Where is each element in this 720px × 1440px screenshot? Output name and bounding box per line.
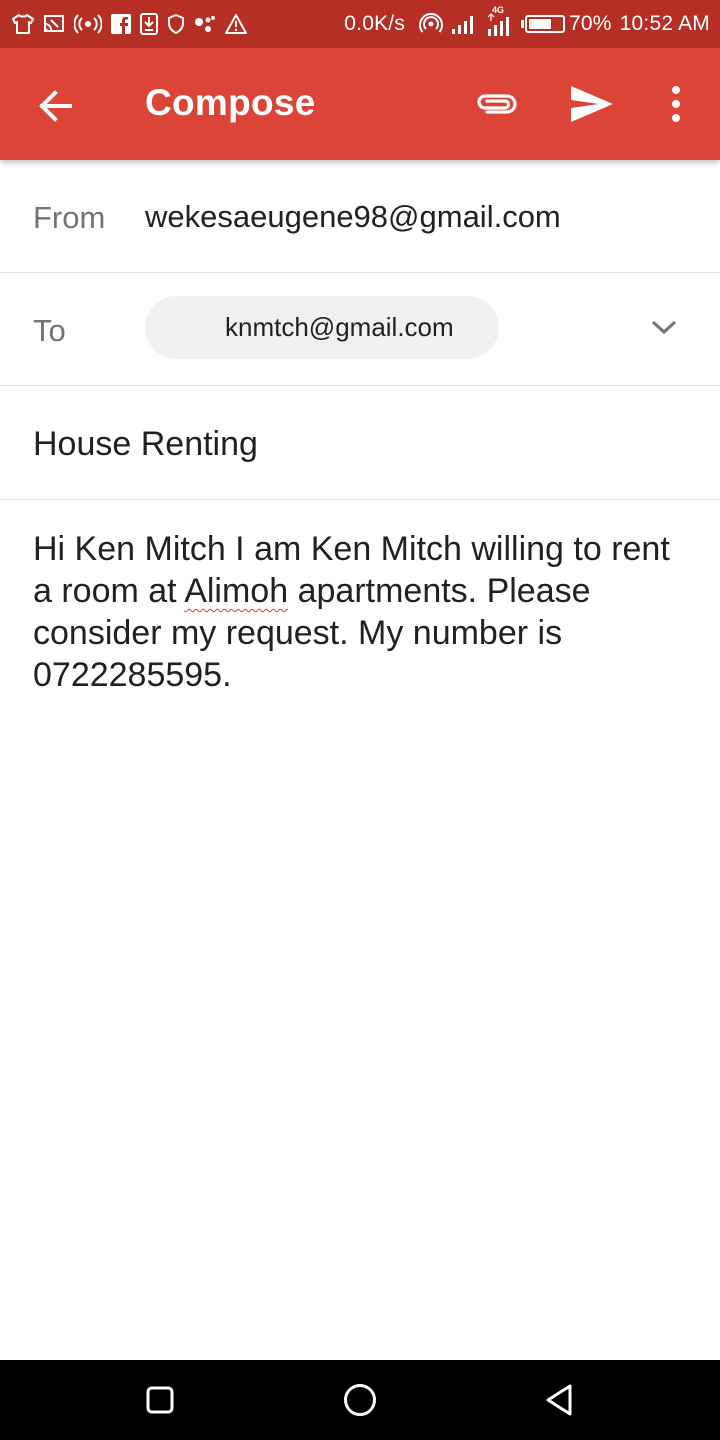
subject-row: House Renting bbox=[0, 386, 720, 500]
system-back-button[interactable] bbox=[540, 1380, 580, 1420]
network-speed: 0.0K/s bbox=[344, 12, 406, 35]
misspelled-word: Alimoh bbox=[184, 572, 289, 610]
download-icon bbox=[140, 13, 158, 35]
back-triangle-icon bbox=[546, 1384, 572, 1416]
app-bar: Compose bbox=[0, 48, 720, 160]
more-vert-icon bbox=[672, 86, 680, 122]
subject-field[interactable]: House Renting bbox=[33, 425, 258, 464]
warning-icon bbox=[225, 14, 247, 34]
network-type-label: 4G bbox=[492, 5, 505, 15]
signal-icon bbox=[451, 13, 477, 35]
email-body[interactable]: Hi Ken Mitch I am Ken Mitch willing to r… bbox=[33, 528, 693, 696]
radio-icon bbox=[74, 14, 102, 34]
from-account[interactable]: wekesaeugene98@gmail.com bbox=[145, 199, 561, 235]
recipient-chip[interactable]: knmtch@gmail.com bbox=[145, 296, 499, 359]
battery-percent: 70% bbox=[569, 12, 612, 35]
attach-button[interactable] bbox=[466, 76, 526, 132]
signal-4g-icon: 4G bbox=[485, 5, 513, 37]
send-button[interactable] bbox=[562, 76, 622, 132]
page-title: Compose bbox=[145, 82, 316, 123]
recents-button[interactable] bbox=[140, 1380, 180, 1420]
assistant-icon bbox=[194, 14, 216, 34]
expand-recipients-button[interactable] bbox=[644, 307, 684, 347]
to-label: To bbox=[33, 313, 66, 348]
tshirt-icon bbox=[12, 14, 34, 34]
more-options-button[interactable] bbox=[654, 76, 698, 132]
home-button[interactable] bbox=[340, 1380, 380, 1420]
home-icon bbox=[344, 1384, 376, 1416]
shield-icon bbox=[167, 14, 185, 34]
notification-icons bbox=[12, 13, 247, 35]
battery-icon bbox=[521, 15, 566, 33]
recents-icon bbox=[146, 1386, 174, 1414]
attach-icon bbox=[477, 94, 517, 114]
to-row: To knmtch@gmail.com bbox=[0, 273, 720, 386]
send-icon bbox=[571, 86, 613, 122]
facebook-icon bbox=[111, 14, 131, 34]
hotspot-icon bbox=[419, 13, 444, 35]
back-button[interactable] bbox=[26, 78, 86, 134]
chevron-down-icon bbox=[651, 320, 677, 335]
clock: 10:52 AM bbox=[619, 12, 710, 35]
from-row: From wekesaeugene98@gmail.com bbox=[0, 160, 720, 273]
navigation-bar bbox=[0, 1360, 720, 1440]
system-status: 0.0K/s 4G 70% 10:52 AM bbox=[344, 5, 710, 37]
recipient-chip-text: knmtch@gmail.com bbox=[225, 312, 454, 342]
cast-icon bbox=[43, 14, 65, 34]
from-label: From bbox=[33, 200, 106, 235]
back-arrow-icon bbox=[39, 90, 72, 122]
status-bar: 0.0K/s 4G 70% 10:52 AM bbox=[0, 0, 720, 48]
